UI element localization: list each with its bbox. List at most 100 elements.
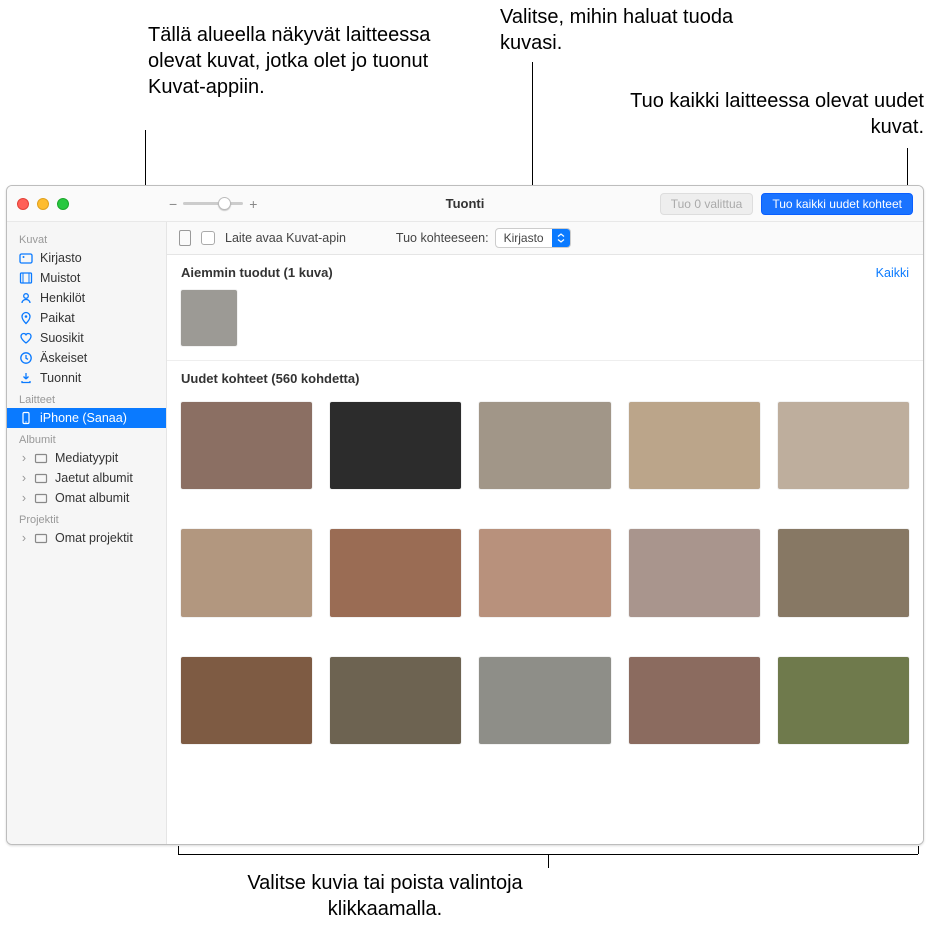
- device-icon: [179, 230, 191, 246]
- sidebar-item-label: iPhone (Sanaa): [40, 411, 127, 425]
- photo-thumbnail[interactable]: [181, 402, 312, 489]
- library-icon: [19, 251, 33, 265]
- callout-bracket: [918, 846, 919, 854]
- clock-icon: [19, 351, 33, 365]
- traffic-lights: [17, 198, 69, 210]
- thumbnail-zoom-slider[interactable]: − +: [169, 196, 257, 212]
- photo-thumbnail[interactable]: [330, 529, 461, 616]
- photo-scroll-area[interactable]: Aiemmin tuodut (1 kuva) Kaikki Uudet koh…: [167, 255, 923, 844]
- app-window: − + Tuonti Tuo 0 valittua Tuo kaikki uud…: [6, 185, 924, 845]
- zoom-button[interactable]: [57, 198, 69, 210]
- import-destination: Tuo kohteeseen: Kirjasto: [396, 228, 571, 248]
- window-body: Kuvat Kirjasto Muistot Henkilöt: [7, 222, 923, 844]
- folder-icon: [34, 471, 48, 485]
- sidebar-item-label: Paikat: [40, 311, 75, 325]
- open-app-label: Laite avaa Kuvat-apin: [225, 231, 346, 245]
- import-options-bar: Laite avaa Kuvat-apin Tuo kohteeseen: Ki…: [167, 222, 923, 255]
- photo-thumbnail[interactable]: [778, 402, 909, 489]
- section-title: Aiemmin tuodut (1 kuva): [181, 265, 333, 280]
- places-icon: [19, 311, 33, 325]
- callout-choose-dest: Valitse, mihin haluat tuoda kuvasi.: [500, 4, 760, 56]
- sidebar-section-photos: Kuvat: [7, 228, 166, 248]
- chevron-right-icon: ›: [19, 471, 29, 485]
- close-button[interactable]: [17, 198, 29, 210]
- sidebar: Kuvat Kirjasto Muistot Henkilöt: [7, 222, 167, 844]
- sidebar-item-shared-albums[interactable]: › Jaetut albumit: [7, 468, 166, 488]
- sidebar-item-label: Äskeiset: [40, 351, 87, 365]
- photo-thumbnail[interactable]: [330, 402, 461, 489]
- photo-thumbnail[interactable]: [778, 529, 909, 616]
- chevron-right-icon: ›: [19, 451, 29, 465]
- heart-icon: [19, 331, 33, 345]
- photo-thumbnail[interactable]: [629, 657, 760, 744]
- minimize-button[interactable]: [37, 198, 49, 210]
- sidebar-item-recents[interactable]: Äskeiset: [7, 348, 166, 368]
- dest-popup[interactable]: Kirjasto: [495, 228, 571, 248]
- callout-bracket: [178, 846, 179, 854]
- sidebar-item-my-projects[interactable]: › Omat projektit: [7, 528, 166, 548]
- zoom-track[interactable]: [183, 202, 243, 205]
- sidebar-item-label: Henkilöt: [40, 291, 85, 305]
- sidebar-item-label: Omat projektit: [55, 531, 133, 545]
- import-all-new-button[interactable]: Tuo kaikki uudet kohteet: [761, 193, 913, 215]
- callout-line: [907, 148, 908, 186]
- section-title: Uudet kohteet (560 kohdetta): [181, 371, 359, 386]
- photo-thumbnail[interactable]: [330, 657, 461, 744]
- sidebar-item-library[interactable]: Kirjasto: [7, 248, 166, 268]
- sidebar-section-projects: Projektit: [7, 508, 166, 528]
- callout-line: [532, 62, 533, 200]
- sidebar-item-device[interactable]: iPhone (Sanaa): [7, 408, 166, 428]
- open-app-checkbox[interactable]: [201, 231, 215, 245]
- sidebar-section-albums: Albumit: [7, 428, 166, 448]
- sidebar-item-label: Kirjasto: [40, 251, 82, 265]
- iphone-icon: [19, 411, 33, 425]
- callout-bracket: [548, 854, 549, 868]
- chevron-right-icon: ›: [19, 491, 29, 505]
- photo-thumbnail[interactable]: [181, 290, 237, 346]
- folder-icon: [34, 531, 48, 545]
- photo-thumbnail[interactable]: [181, 529, 312, 616]
- memories-icon: [19, 271, 33, 285]
- chevron-right-icon: ›: [19, 531, 29, 545]
- sidebar-item-favorites[interactable]: Suosikit: [7, 328, 166, 348]
- dest-popup-value: Kirjasto: [496, 231, 552, 245]
- section-new-items: Uudet kohteet (560 kohdetta): [167, 361, 923, 392]
- sidebar-item-memories[interactable]: Muistot: [7, 268, 166, 288]
- import-icon: [19, 371, 33, 385]
- sidebar-item-places[interactable]: Paikat: [7, 308, 166, 328]
- photo-thumbnail[interactable]: [181, 657, 312, 744]
- section-previously-imported: Aiemmin tuodut (1 kuva) Kaikki: [167, 255, 923, 286]
- sidebar-item-label: Tuonnit: [40, 371, 81, 385]
- sidebar-item-label: Muistot: [40, 271, 80, 285]
- photo-thumbnail[interactable]: [778, 657, 909, 744]
- new-items-grid: [167, 392, 923, 754]
- toolbar-right: Tuo 0 valittua Tuo kaikki uudet kohteet: [660, 193, 913, 215]
- sidebar-section-devices: Laitteet: [7, 388, 166, 408]
- sidebar-item-imports[interactable]: Tuonnit: [7, 368, 166, 388]
- callout-import-all: Tuo kaikki laitteessa olevat uudet kuvat…: [624, 88, 924, 140]
- callout-imported-area: Tällä alueella näkyvät laitteessa olevat…: [148, 22, 448, 100]
- photo-thumbnail[interactable]: [479, 402, 610, 489]
- photo-thumbnail[interactable]: [479, 529, 610, 616]
- sidebar-item-people[interactable]: Henkilöt: [7, 288, 166, 308]
- show-all-link[interactable]: Kaikki: [876, 266, 909, 280]
- sidebar-item-label: Suosikit: [40, 331, 84, 345]
- sidebar-item-label: Omat albumit: [55, 491, 129, 505]
- chevron-updown-icon: [552, 229, 570, 247]
- sidebar-item-my-albums[interactable]: › Omat albumit: [7, 488, 166, 508]
- sidebar-item-media-types[interactable]: › Mediatyypit: [7, 448, 166, 468]
- titlebar: − + Tuonti Tuo 0 valittua Tuo kaikki uud…: [7, 186, 923, 222]
- content-area: Laite avaa Kuvat-apin Tuo kohteeseen: Ki…: [167, 222, 923, 844]
- sidebar-item-label: Jaetut albumit: [55, 471, 133, 485]
- import-selected-button[interactable]: Tuo 0 valittua: [660, 193, 754, 215]
- zoom-out-icon: −: [169, 196, 177, 212]
- folder-icon: [34, 451, 48, 465]
- photo-thumbnail[interactable]: [629, 402, 760, 489]
- photo-thumbnail[interactable]: [479, 657, 610, 744]
- photo-thumbnail[interactable]: [629, 529, 760, 616]
- sidebar-item-label: Mediatyypit: [55, 451, 118, 465]
- folder-icon: [34, 491, 48, 505]
- zoom-knob[interactable]: [218, 197, 231, 210]
- people-icon: [19, 291, 33, 305]
- zoom-in-icon: +: [249, 196, 257, 212]
